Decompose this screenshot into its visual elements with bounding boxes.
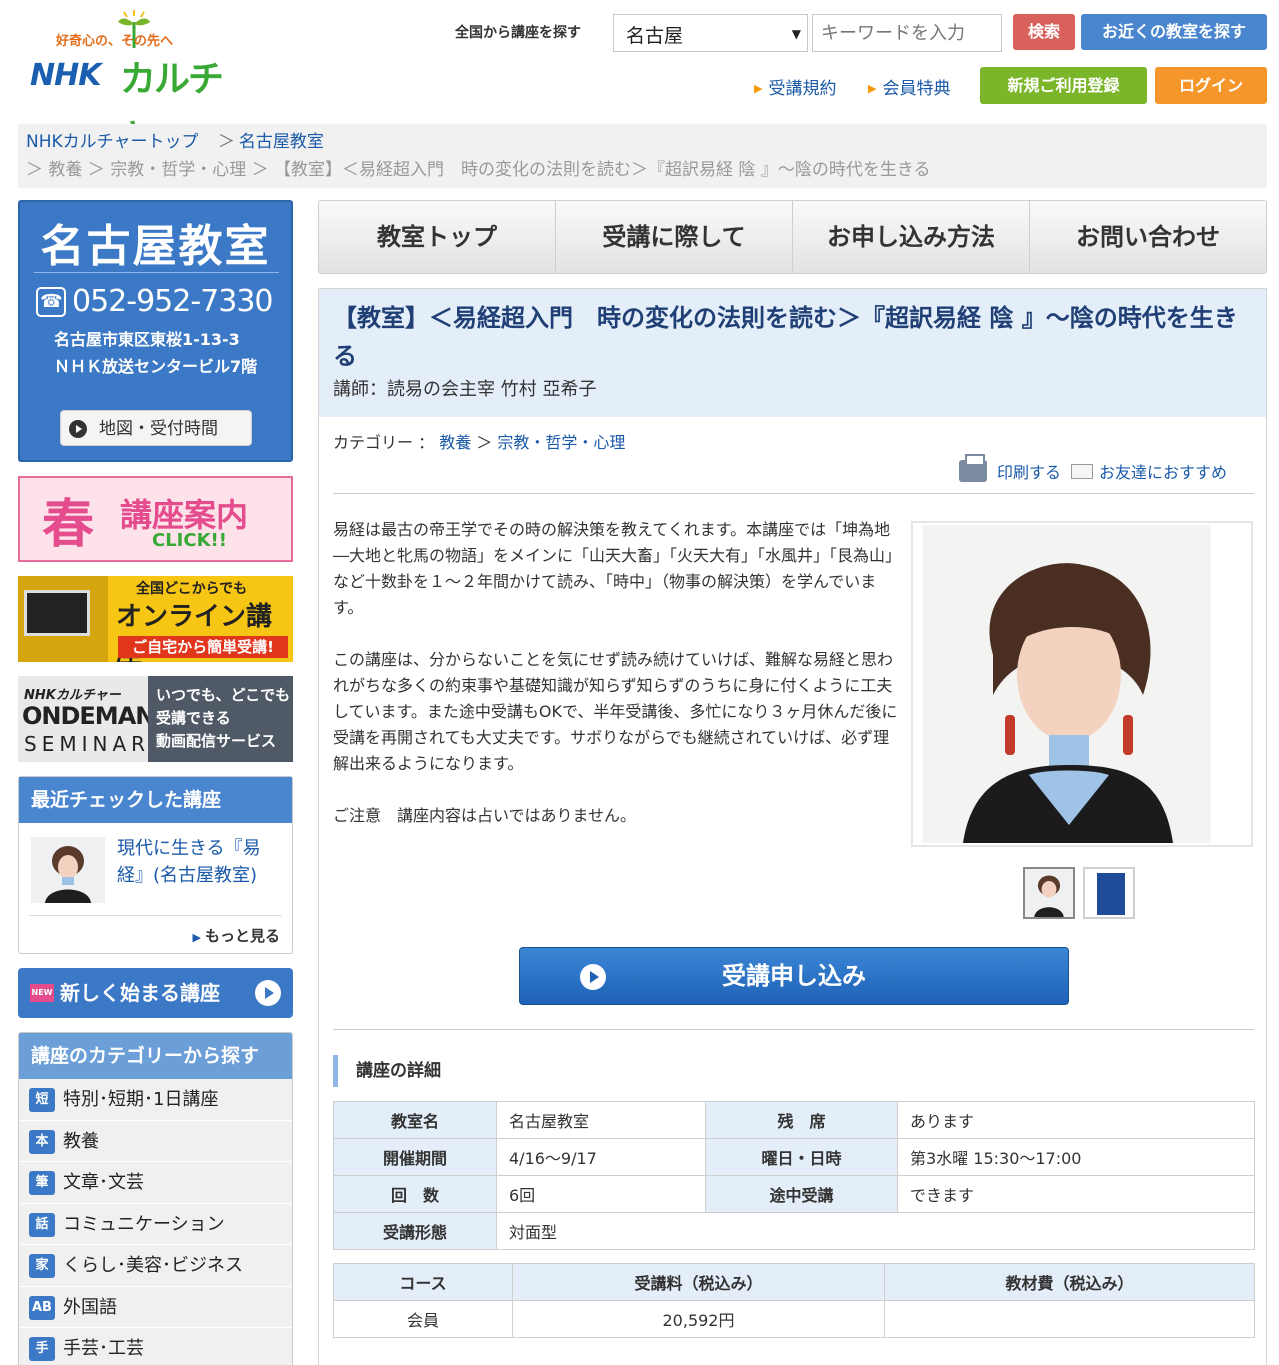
arrow-right-icon: ▶ <box>192 931 201 944</box>
breadcrumb: NHKカルチャートップ ＞名古屋教室 ＞ 教養 ＞ 宗教・哲学・心理 ＞ 【教室… <box>18 124 1267 188</box>
register-button[interactable]: 新規ご利用登録 <box>980 67 1147 104</box>
teacher-portrait-icon <box>923 525 1211 843</box>
course-tools: 印刷する お友達におすすめ <box>959 454 1227 483</box>
course-category: カテゴリー ： 教養 ＞ 宗教・哲学・心理 <box>333 433 626 452</box>
category-link-culture[interactable]: 教養 <box>439 433 471 452</box>
new-courses-button[interactable]: NEW 新しく始まる講座 <box>18 968 293 1018</box>
print-link[interactable]: 印刷する <box>997 459 1061 483</box>
breadcrumb-top[interactable]: NHKカルチャートップ <box>26 132 198 152</box>
teacher-portrait-icon <box>31 837 105 903</box>
table-row: 回 数 6回 途中受講 できます <box>333 1175 1255 1213</box>
laptop-icon <box>24 590 90 636</box>
play-icon <box>580 964 606 990</box>
logo-tagline: 好奇心の、その先へ <box>56 34 174 49</box>
online-course-banner[interactable]: 全国どこからでも オンライン講座 ご自宅から簡単受講! <box>18 576 293 662</box>
spring-course-banner[interactable]: 春 講座案内 CLICK!! <box>18 476 293 562</box>
recommend-link[interactable]: お友達におすすめ <box>1099 459 1227 483</box>
house-icon: 家 <box>29 1254 55 1278</box>
category-item-language[interactable]: AB 外国語 <box>19 1286 292 1328</box>
search-label: 全国から講座を探す <box>455 25 581 41</box>
classroom-info-box: 名古屋教室 ☎ 052-952-7330 名古屋市東区東桜1-13-3 ＮＨＫ放… <box>18 200 293 462</box>
play-icon <box>255 980 281 1006</box>
login-button[interactable]: ログイン <box>1155 67 1267 104</box>
classroom-address: 名古屋市東区東桜1-13-3 ＮＨＫ放送センタービル7階 <box>54 330 258 376</box>
recent-course-link[interactable]: 現代に生きる『易経』(名古屋教室) <box>117 835 277 889</box>
category-link-religion[interactable]: 宗教・哲学・心理 <box>497 433 625 452</box>
search-button[interactable]: 検索 <box>1013 14 1075 50</box>
category-title: 講座のカテゴリーから探す <box>19 1033 292 1079</box>
photo-thumbnails <box>1023 867 1135 919</box>
tab-classroom-top[interactable]: 教室トップ <box>319 201 556 273</box>
tab-contact[interactable]: お問い合わせ <box>1030 201 1266 273</box>
recent-course-thumbnail[interactable] <box>31 837 105 903</box>
thumbnail-teacher[interactable] <box>1023 867 1075 919</box>
course-detail-table: 教室名 名古屋教室 残 席 あります 開催期間 4/16～9/17 曜日・日時 … <box>333 1101 1255 1250</box>
table-row: コース 受講料（税込み） 教材費（税込み） <box>333 1263 1255 1301</box>
map-hours-button[interactable]: 地図・受付時間 <box>60 410 252 446</box>
table-row: 教室名 名古屋教室 残 席 あります <box>333 1101 1255 1139</box>
category-panel: 講座のカテゴリーから探す 短特別･短期･1日講座 本教養 筆文章･文芸 話コミュ… <box>18 1032 293 1365</box>
breadcrumb-path[interactable]: ＞ 教養 ＞ 宗教・哲学・心理 ＞ 【教室】＜易経超入門 時の変化の法則を読む＞… <box>26 156 1259 184</box>
classroom-name: 名古屋教室 <box>40 221 271 272</box>
course-teacher: 講師：読易の会主宰 竹村 亞希子 <box>333 379 597 400</box>
location-selected-value: 名古屋 <box>626 25 684 47</box>
speech-bubble-icon: 話 <box>29 1212 55 1237</box>
new-badge-icon: NEW <box>30 984 54 1002</box>
nearby-classroom-button[interactable]: お近くの教室を探す <box>1081 14 1267 50</box>
keyword-input[interactable] <box>812 14 1002 52</box>
apply-button[interactable]: 受講申し込み <box>519 947 1069 1005</box>
play-icon <box>69 420 87 438</box>
book-cover-icon <box>1097 873 1125 915</box>
recently-viewed-panel: 最近チェックした講座 現代に生きる『易経』(名古屋教室) ▶ もっと見る <box>18 776 293 954</box>
location-select[interactable]: 名古屋 ▼ <box>613 14 808 52</box>
tab-how-to-apply[interactable]: お申し込み方法 <box>793 201 1030 273</box>
teacher-portrait-icon <box>1025 869 1073 917</box>
terms-link[interactable]: ▶ 受講規約 <box>754 74 836 99</box>
classroom-phone: ☎ 052-952-7330 <box>36 284 274 319</box>
course-header: 【教室】＜易経超入門 時の変化の法則を読む＞『超訳易経 陰 』～陰の時代を生きる… <box>319 289 1266 417</box>
fee-table: コース 受講料（税込み） 教材費（税込み） 会員 20,592円 <box>333 1263 1255 1338</box>
language-icon: AB <box>29 1295 55 1320</box>
course-detail: 【教室】＜易経超入門 時の変化の法則を読む＞『超訳易経 陰 』～陰の時代を生きる… <box>318 288 1267 1365</box>
ondemand-seminar-banner[interactable]: NHKカルチャー ONDEMAND SEMINAR いつでも、どこでも 受講でき… <box>18 676 293 762</box>
logo-nhk: NHK <box>30 58 101 93</box>
phone-icon: ☎ <box>36 286 66 317</box>
teacher-photo <box>911 521 1253 847</box>
craft-icon: 手 <box>29 1337 55 1361</box>
table-row: 会員 20,592円 <box>333 1300 1255 1338</box>
recent-title: 最近チェックした講座 <box>19 777 292 823</box>
breadcrumb-classroom[interactable]: 名古屋教室 <box>239 132 324 152</box>
short-course-icon: 短 <box>29 1088 55 1112</box>
nhk-culture-logo[interactable]: 好奇心の、その先へ NHK カルチャー <box>28 8 250 152</box>
more-link[interactable]: ▶ もっと見る <box>193 925 280 946</box>
category-item-crafts[interactable]: 手手芸･工芸 <box>19 1328 292 1365</box>
category-item-lifestyle[interactable]: 家くらし･美容･ビジネス <box>19 1245 292 1287</box>
site-header: 好奇心の、その先へ NHK カルチャー 全国から講座を探す 名古屋 ▼ 検索 お… <box>0 0 1279 152</box>
chevron-down-icon: ▼ <box>791 27 801 41</box>
table-row: 開催期間 4/16～9/17 曜日・日時 第3水曜 15:30～17:00 <box>333 1138 1255 1176</box>
category-item-special[interactable]: 短特別･短期･1日講座 <box>19 1079 292 1121</box>
printer-icon <box>959 454 987 482</box>
book-icon: 本 <box>29 1129 55 1154</box>
category-item-culture[interactable]: 本教養 <box>19 1120 292 1162</box>
category-item-literature[interactable]: 筆文章･文芸 <box>19 1162 292 1204</box>
tab-attendance-info[interactable]: 受講に際して <box>556 201 793 273</box>
pen-icon: 筆 <box>29 1171 55 1195</box>
category-item-communication[interactable]: 話コミュニケーション <box>19 1203 292 1245</box>
details-title: 講座の詳細 <box>333 1055 441 1087</box>
course-title: 【教室】＜易経超入門 時の変化の法則を読む＞『超訳易経 陰 』～陰の時代を生きる <box>333 304 1238 370</box>
classroom-nav: 教室トップ 受講に際して お申し込み方法 お問い合わせ <box>318 200 1267 274</box>
benefits-link[interactable]: ▶ 会員特典 <box>868 74 950 99</box>
arrow-right-icon: ▶ <box>868 82 877 95</box>
arrow-right-icon: ▶ <box>754 82 763 95</box>
thumbnail-book[interactable] <box>1083 867 1135 919</box>
table-row: 受講形態 対面型 <box>333 1212 1255 1250</box>
mail-icon <box>1071 463 1094 479</box>
course-description: 易経は最古の帝王学でその時の解決策を教えてくれます。本講座では「坤為地―大地と牝… <box>333 520 898 825</box>
